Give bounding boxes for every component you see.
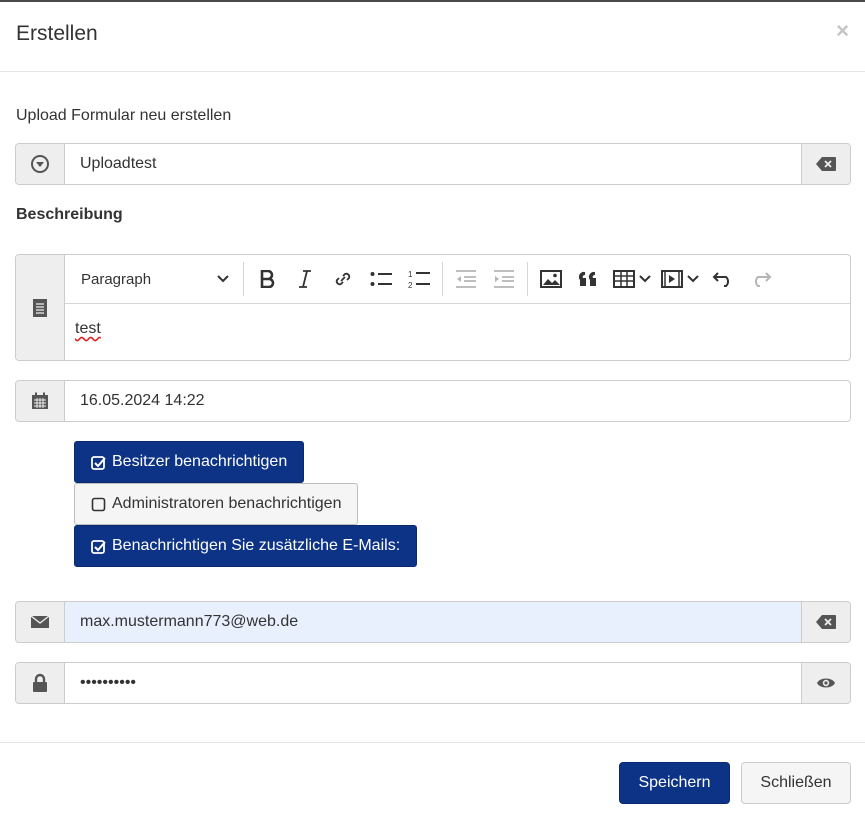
italic-icon[interactable]: [286, 262, 324, 296]
create-modal: Erstellen × Upload Formular neu erstelle…: [0, 0, 865, 815]
indent-icon[interactable]: [485, 262, 523, 296]
password-input-group: ••••••••••: [15, 662, 851, 704]
notify-admins-button[interactable]: Administratoren benachrichtigen: [74, 483, 359, 525]
modal-title: Erstellen: [16, 22, 98, 45]
chevron-down-icon: [639, 275, 651, 283]
editor-content[interactable]: test: [65, 304, 850, 360]
toolbar-separator: [243, 262, 244, 296]
svg-text:2: 2: [408, 281, 413, 289]
editor-toolbar: Paragraph 12: [65, 255, 850, 304]
password-field[interactable]: ••••••••••: [65, 663, 801, 703]
link-icon[interactable]: [324, 262, 362, 296]
name-input[interactable]: Uploadtest: [65, 144, 801, 184]
close-icon[interactable]: ×: [836, 18, 849, 44]
checkbox-empty-icon: [91, 497, 106, 512]
email-field[interactable]: max.mustermann773@web.de: [65, 602, 801, 642]
close-button[interactable]: Schließen: [741, 762, 851, 804]
eye-icon[interactable]: [801, 663, 850, 703]
svg-text:1: 1: [408, 270, 413, 279]
toolbar-separator: [527, 262, 528, 296]
date-input-group: 16.05.2024 14:22: [15, 380, 851, 422]
notify-extra-emails-label: Benachrichtigen Sie zusätzliche E-Mails:: [112, 537, 401, 554]
lock-icon: [16, 663, 65, 703]
backspace-clear-icon[interactable]: [801, 144, 850, 184]
description-editor-group: Paragraph 12 test: [15, 254, 851, 361]
media-icon[interactable]: [656, 262, 704, 296]
envelope-icon: [16, 602, 65, 642]
rich-text-editor: Paragraph 12 test: [65, 255, 850, 360]
chevron-down-icon: [217, 275, 229, 283]
checkbox-checked-icon: [91, 539, 106, 554]
upload-form-label: Upload Formular neu erstellen: [16, 107, 232, 124]
modal-header: Erstellen ×: [0, 2, 865, 72]
outdent-icon[interactable]: [447, 262, 485, 296]
description-label: Beschreibung: [16, 206, 123, 223]
blockquote-icon[interactable]: [570, 262, 608, 296]
save-button[interactable]: Speichern: [619, 762, 730, 804]
notify-owner-button[interactable]: Besitzer benachrichtigen: [74, 441, 305, 483]
backspace-clear-icon[interactable]: [801, 602, 850, 642]
name-input-group: Uploadtest: [15, 143, 851, 185]
document-icon: [16, 255, 65, 360]
redo-icon[interactable]: [742, 262, 780, 296]
image-icon[interactable]: [532, 262, 570, 296]
editor-text: test: [75, 320, 101, 337]
chevron-down-icon: [687, 275, 699, 283]
checkbox-checked-icon: [91, 455, 106, 470]
paragraph-format-label: Paragraph: [81, 270, 152, 288]
bulleted-list-icon[interactable]: [362, 262, 400, 296]
notify-owner-label: Besitzer benachrichtigen: [112, 453, 288, 470]
table-icon[interactable]: [608, 262, 656, 296]
numbered-list-icon[interactable]: 12: [400, 262, 438, 296]
footer-divider: [0, 742, 865, 743]
notify-admins-label: Administratoren benachrichtigen: [112, 495, 342, 512]
notify-extra-emails-button[interactable]: Benachrichtigen Sie zusätzliche E-Mails:: [74, 525, 418, 567]
bold-icon[interactable]: [248, 262, 286, 296]
paragraph-format-select[interactable]: Paragraph: [71, 262, 239, 296]
date-input[interactable]: 16.05.2024 14:22: [65, 381, 850, 421]
download-circle-icon: [16, 144, 65, 184]
undo-icon[interactable]: [704, 262, 742, 296]
calendar-icon[interactable]: [16, 381, 65, 421]
toolbar-separator: [442, 262, 443, 296]
email-input-group: max.mustermann773@web.de: [15, 601, 851, 643]
